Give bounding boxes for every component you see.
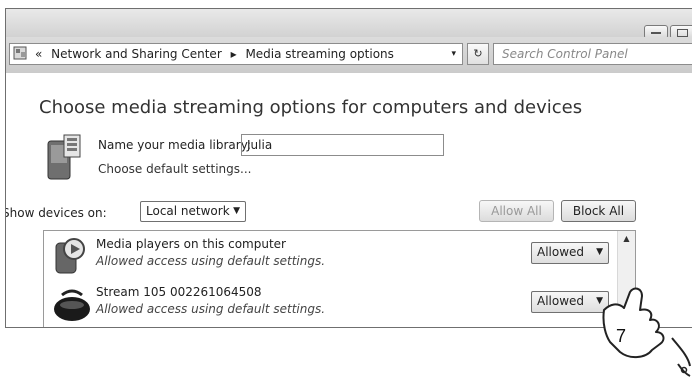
device-status: Allowed access using default settings. [96,254,326,268]
show-devices-label: Show devices on: [5,206,107,220]
breadcrumb-network-sharing-center[interactable]: Network and Sharing Center [51,47,222,61]
list-item[interactable]: Media players on this computer Allowed a… [44,231,618,279]
chevron-down-icon: ▼ [596,247,603,257]
network-select-value: Local network [146,204,230,218]
page-title: Choose media streaming options for compu… [39,97,583,118]
breadcrumb: « Network and Sharing Center ▸ Media str… [35,44,399,64]
breadcrumb-separator[interactable]: ▸ [231,47,237,61]
library-name-label: Name your media library: [98,138,251,152]
control-panel-icon [13,46,27,60]
pointing-hand-callout: 7 [602,287,691,377]
breadcrumb-media-streaming-options[interactable]: Media streaming options [245,47,393,61]
access-select[interactable]: Allowed ▼ [531,242,609,264]
address-bar[interactable]: « Network and Sharing Center ▸ Media str… [9,43,463,65]
block-all-button[interactable]: Block All [561,200,636,222]
network-select[interactable]: Local network ▼ [140,201,246,222]
access-select-value: Allowed [537,294,585,308]
address-dropdown-icon[interactable]: ▾ [451,44,456,64]
allow-all-button[interactable]: Allow All [479,200,554,222]
scroll-up-icon[interactable]: ▲ [618,231,635,247]
radio-device-icon [54,289,90,321]
list-item[interactable]: Stream 105 002261064508 Allowed access u… [44,279,618,327]
device-name: Stream 105 002261064508 [96,285,262,299]
address-toolbar: « Network and Sharing Center ▸ Media str… [6,37,692,74]
title-bar [6,9,692,39]
device-list: Media players on this computer Allowed a… [43,230,636,327]
search-input[interactable]: Search Control Panel [493,43,692,65]
media-library-icon [47,134,81,180]
chevron-down-icon: ▼ [233,206,240,216]
breadcrumb-back-chevron[interactable]: « [35,47,42,61]
step-number: 7 [616,326,626,346]
device-status: Allowed access using default settings. [96,302,326,316]
access-select-value: Allowed [537,245,585,259]
refresh-icon[interactable]: ↻ [467,43,489,65]
device-name: Media players on this computer [96,237,286,251]
choose-default-settings-link[interactable]: Choose default settings... [98,162,251,176]
control-panel-window: « Network and Sharing Center ▸ Media str… [5,8,692,328]
media-player-icon [55,238,85,274]
library-name-field[interactable]: Julia [241,134,444,156]
